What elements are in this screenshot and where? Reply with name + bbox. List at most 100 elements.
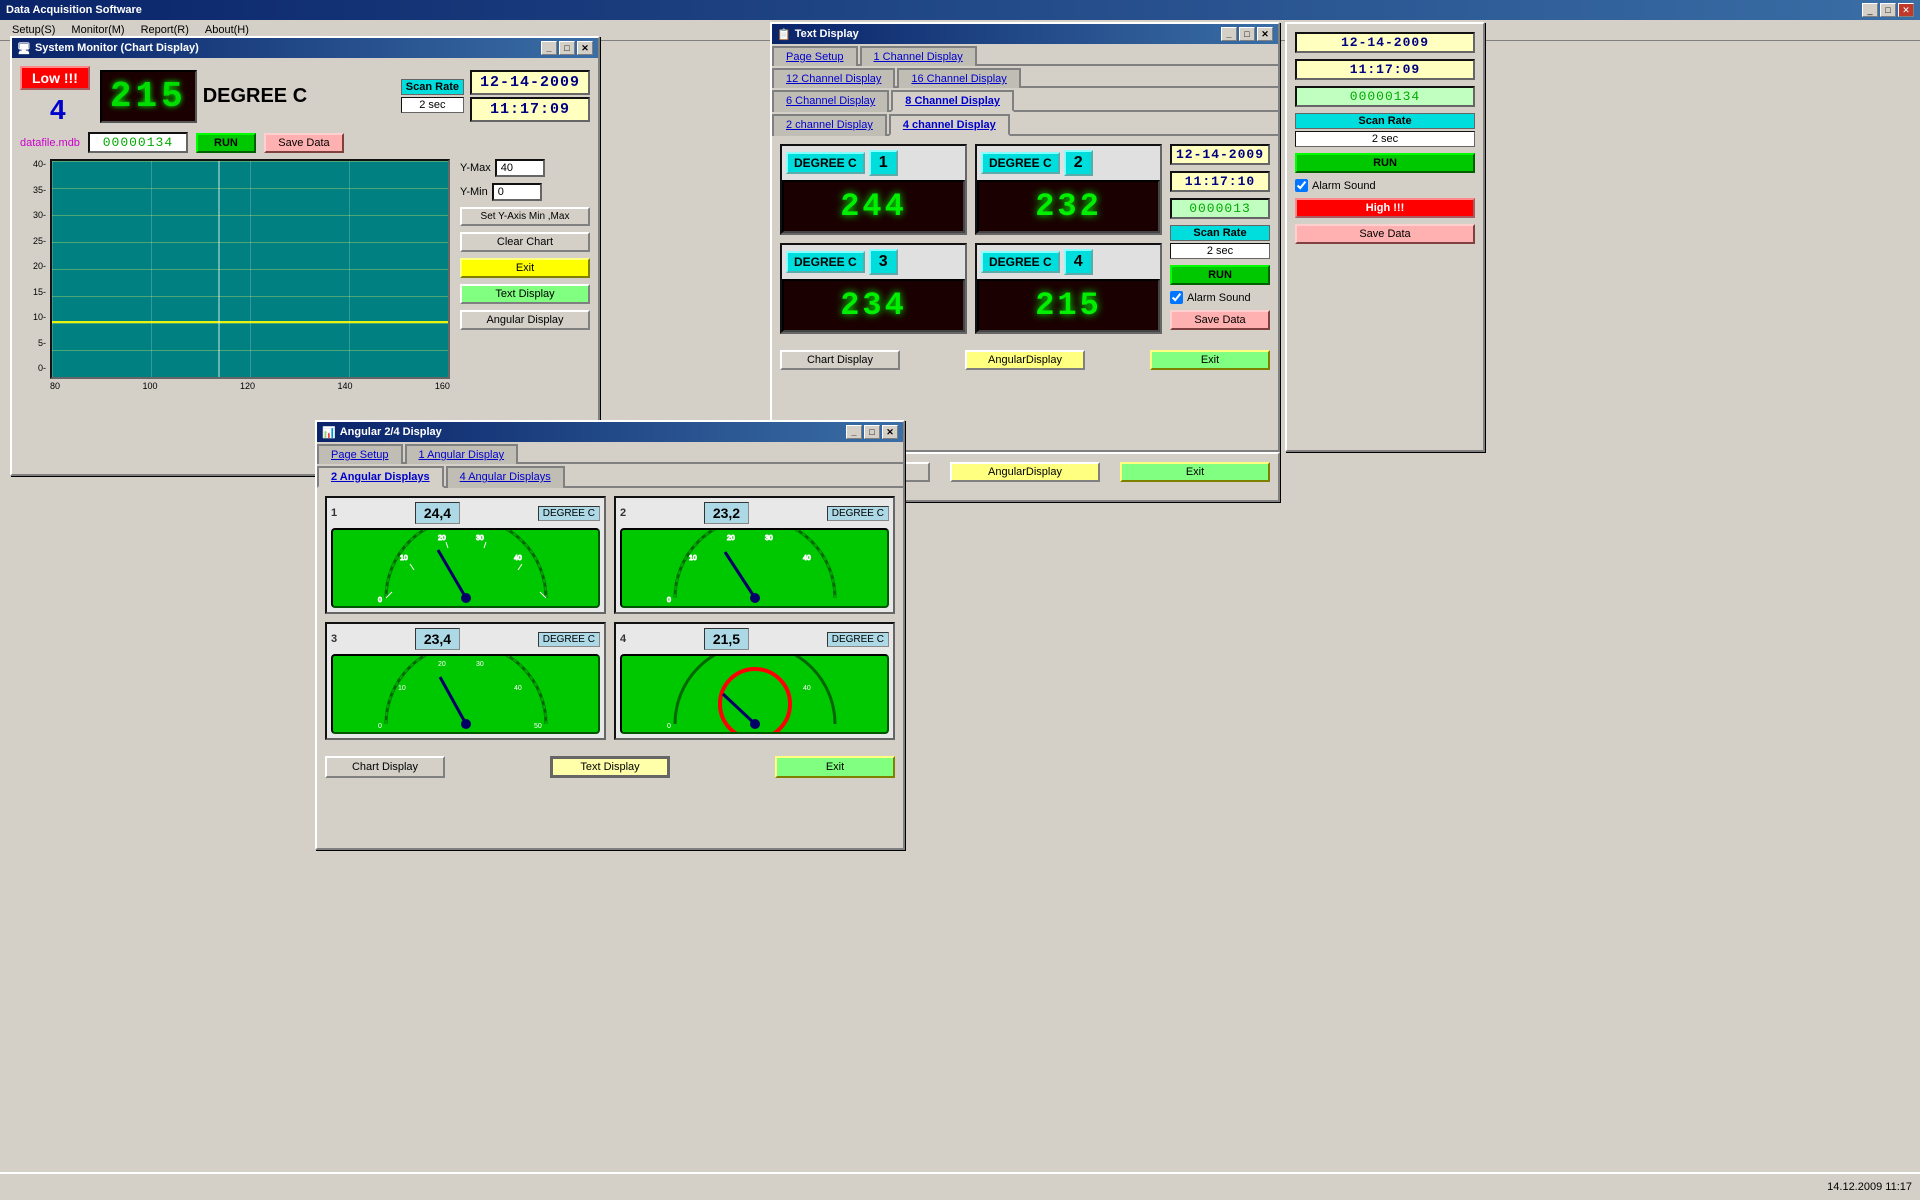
side-alarm-row: Alarm Sound [1295,179,1475,192]
angular-tab-bar-2[interactable]: 2 Angular Displays 4 Angular Displays [317,464,903,488]
svg-text:30: 30 [765,535,773,542]
text-tab-bar-4[interactable]: 2 channel Display 4 channel Display [772,112,1278,136]
side-alarm-label: Alarm Sound [1312,180,1376,192]
angular-exit-btn[interactable]: Exit [775,756,895,778]
gauge-grid: 1 24,4 DEGREE C [317,488,903,748]
angular-title-bar: 📊 Angular 2/4 Display _ □ ✕ [317,422,903,442]
gauge-4-display: 0 40 [620,654,889,734]
save-data-btn[interactable]: Save Data [264,133,344,153]
text-tab-bar-3[interactable]: 6 Channel Display 8 Channel Display [772,88,1278,112]
angular-bottom-btns: Chart Display Text Display Exit [317,748,903,786]
set-axis-btn[interactable]: Set Y-Axis Min ,Max [460,207,590,226]
angular-tab-1[interactable]: 1 Angular Display [405,444,519,464]
main-date: 12-14-2009 [470,70,590,95]
app-close-btn[interactable]: ✕ [1898,3,1914,17]
y-max-label: Y-Max [460,162,491,174]
run-btn[interactable]: RUN [196,133,256,153]
gauge-1-value: 24,4 [415,502,460,524]
angular-chart-btn[interactable]: Chart Display [325,756,445,778]
angular-tab-setup[interactable]: Page Setup [317,444,403,464]
svg-text:0: 0 [667,723,671,730]
y-max-input[interactable] [495,159,545,177]
gauge-3-unit: DEGREE C [538,632,600,647]
chart-container: 40-35-30-25-20-15-10-5-0- [20,159,450,393]
scan-rate-val: 2 sec [401,97,464,113]
tab-2ch[interactable]: 2 channel Display [772,114,887,136]
gauge-4-id: 4 [620,633,626,645]
text-maximize-btn[interactable]: □ [1239,27,1255,41]
angular-text-btn[interactable]: Text Display [550,756,670,778]
chart-controls-row: 40-35-30-25-20-15-10-5-0- [20,159,590,393]
app-title: Data Acquisition Software [6,4,142,16]
svg-text:10: 10 [398,685,406,692]
tab-1ch[interactable]: 1 Channel Display [860,46,977,66]
scan-rate-label: Scan Rate [401,79,464,95]
gauge-3-display: 0 10 20 30 40 50 [331,654,600,734]
tab-12ch[interactable]: 12 Channel Display [772,68,895,88]
text-tab-bar-2[interactable]: 12 Channel Display 16 Channel Display [772,66,1278,88]
app-maximize-btn[interactable]: □ [1880,3,1896,17]
angular-tab-4[interactable]: 4 Angular Displays [446,466,565,488]
app-controls[interactable]: _ □ ✕ [1862,3,1914,17]
side-save-btn[interactable]: Save Data [1295,224,1475,244]
text-minimize-btn[interactable]: _ [1221,27,1237,41]
channels-grid: DEGREE C 1 244 DEGREE C 2 232 DEGREE C 3 [780,144,1162,334]
text-tab-bar[interactable]: Page Setup 1 Channel Display [772,44,1278,66]
svg-text:20: 20 [438,661,446,668]
main-maximize-btn[interactable]: □ [559,41,575,55]
angular-display-btn-text[interactable]: AngularDisplay [965,350,1085,370]
main-chart-window: 🖥 System Monitor (Chart Display) _ □ ✕ L… [10,36,600,476]
channel-1: DEGREE C 1 244 [780,144,967,235]
angular-tab-2[interactable]: 2 Angular Displays [317,466,444,488]
side-panel-window: 12-14-2009 11:17:09 00000134 Scan Rate 2… [1285,22,1485,452]
main-window-title: System Monitor (Chart Display) [35,42,199,54]
channel-2: DEGREE C 2 232 [975,144,1162,235]
ch2-id: 2 [1064,150,1093,176]
exit-btn[interactable]: Exit [460,258,590,278]
main-close-btn[interactable]: ✕ [577,41,593,55]
text-save-btn[interactable]: Save Data [1170,310,1270,330]
second-row: datafile.mdb 00000134 RUN Save Data [20,132,590,153]
gauge-3-svg: 0 10 20 30 40 50 [366,654,566,734]
text-display-icon: 📋 [777,28,791,41]
channel-3: DEGREE C 3 234 [780,243,967,334]
tab-16ch[interactable]: 16 Channel Display [897,68,1020,88]
ch3-id: 3 [869,249,898,275]
bottom-angular-btn[interactable]: AngularDisplay [950,462,1100,482]
text-close-btn[interactable]: ✕ [1257,27,1273,41]
bottom-exit-btn[interactable]: Exit [1120,462,1270,482]
ch1-id: 1 [869,150,898,176]
main-time: 11:17:09 [470,97,590,122]
exit-btn-text[interactable]: Exit [1150,350,1270,370]
gauge-1-display: 0 10 20 30 40 [331,528,600,608]
x-label-80: 80 [50,381,60,391]
y-min-input[interactable] [492,183,542,201]
scan-marker [218,161,220,377]
angular-maximize-btn[interactable]: □ [864,425,880,439]
angular-close-btn[interactable]: ✕ [882,425,898,439]
gauge-1-unit: DEGREE C [538,506,600,521]
y-axis: 40-35-30-25-20-15-10-5-0- [20,159,50,373]
angular-tab-bar[interactable]: Page Setup 1 Angular Display [317,442,903,464]
tab-6ch[interactable]: 6 Channel Display [772,90,889,112]
text-display-btn[interactable]: Text Display [460,284,590,304]
svg-text:10: 10 [400,555,408,562]
side-run-btn[interactable]: RUN [1295,153,1475,173]
main-minimize-btn[interactable]: _ [541,41,557,55]
text-display-window: 📋 Text Display _ □ ✕ Page Setup 1 Channe… [770,22,1280,452]
alarm-sound-checkbox[interactable] [1170,291,1183,304]
chart-display-btn[interactable]: Chart Display [780,350,900,370]
text-record: 0000013 [1170,198,1270,219]
tab-4ch[interactable]: 4 channel Display [889,114,1010,136]
clear-chart-btn[interactable]: Clear Chart [460,232,590,252]
app-minimize-btn[interactable]: _ [1862,3,1878,17]
text-run-btn[interactable]: RUN [1170,265,1270,285]
side-alarm-checkbox[interactable] [1295,179,1308,192]
angular-minimize-btn[interactable]: _ [846,425,862,439]
angular-display-btn[interactable]: Angular Display [460,310,590,330]
channel-number: 4 [50,94,66,126]
tab-8ch[interactable]: 8 Channel Display [891,90,1014,112]
x-label-120: 120 [240,381,255,391]
angular-title: Angular 2/4 Display [340,426,442,438]
tab-page-setup[interactable]: Page Setup [772,46,858,66]
